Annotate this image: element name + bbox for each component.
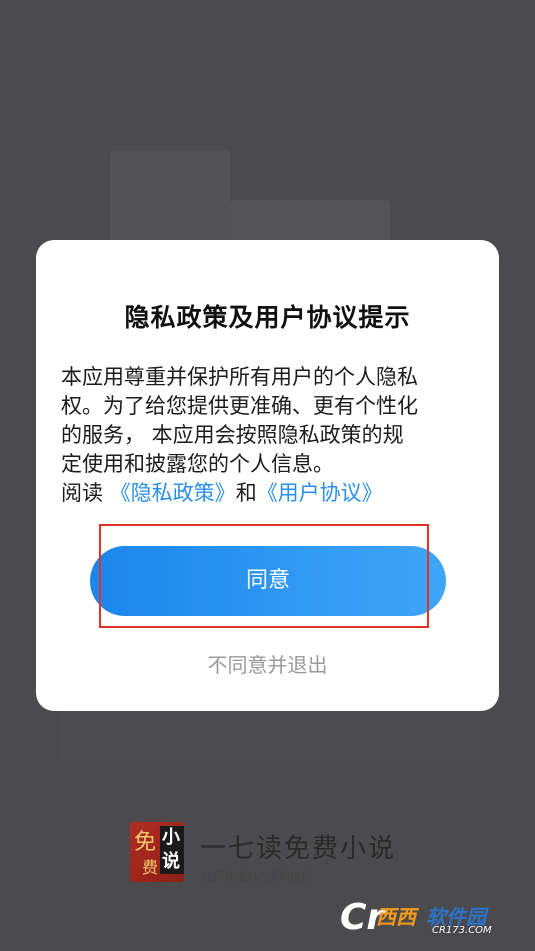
dialog-title: 隐私政策及用户协议提示 [124,303,411,332]
disagree-exit-button[interactable]: 不同意并退出 [36,649,499,678]
watermark-url: CR173.COM [432,925,492,936]
dialog-body-line: 权。为了给您提供更准确、更有个性化 [61,394,418,418]
logo-char: 免 [134,830,157,855]
app-brand: 免 费 小说 一七读免费小说 让阅读成为心灵的旅行 [130,822,430,886]
app-name: 一七读免费小说 [200,834,397,864]
app-slogan: 让阅读成为心灵的旅行 [202,870,312,883]
dialog-body-line: 定使用和披露您的个人信息。 [61,452,334,476]
privacy-dialog: 隐私政策及用户协议提示 本应用尊重并保护所有用户的个人隐私 权。为了给您提供更准… [36,240,499,711]
highlight-box [99,524,429,628]
watermark-xixi: 西西 [376,905,416,929]
dialog-body-line: 本应用尊重并保护所有用户的个人隐私 [61,365,418,389]
read-prefix: 阅读 [61,481,103,505]
app-logo: 免 费 小说 [130,822,184,882]
and-text: 和 [235,481,257,505]
dialog-links-line: 阅读 《隐私政策》和《用户协议》 [61,479,476,508]
user-agreement-link[interactable]: 《用户协议》 [257,481,383,505]
site-watermark: Cr 西西 软件园 CR173.COM [340,895,516,941]
privacy-policy-link[interactable]: 《隐私政策》 [110,481,236,505]
logo-char: 小说 [160,826,184,874]
dialog-body-line: 的服务， 本应用会按照隐私政策的规 [61,423,404,447]
dialog-body: 本应用尊重并保护所有用户的个人隐私 权。为了给您提供更准确、更有个性化 的服务，… [61,363,476,508]
logo-char: 费 [142,858,159,877]
